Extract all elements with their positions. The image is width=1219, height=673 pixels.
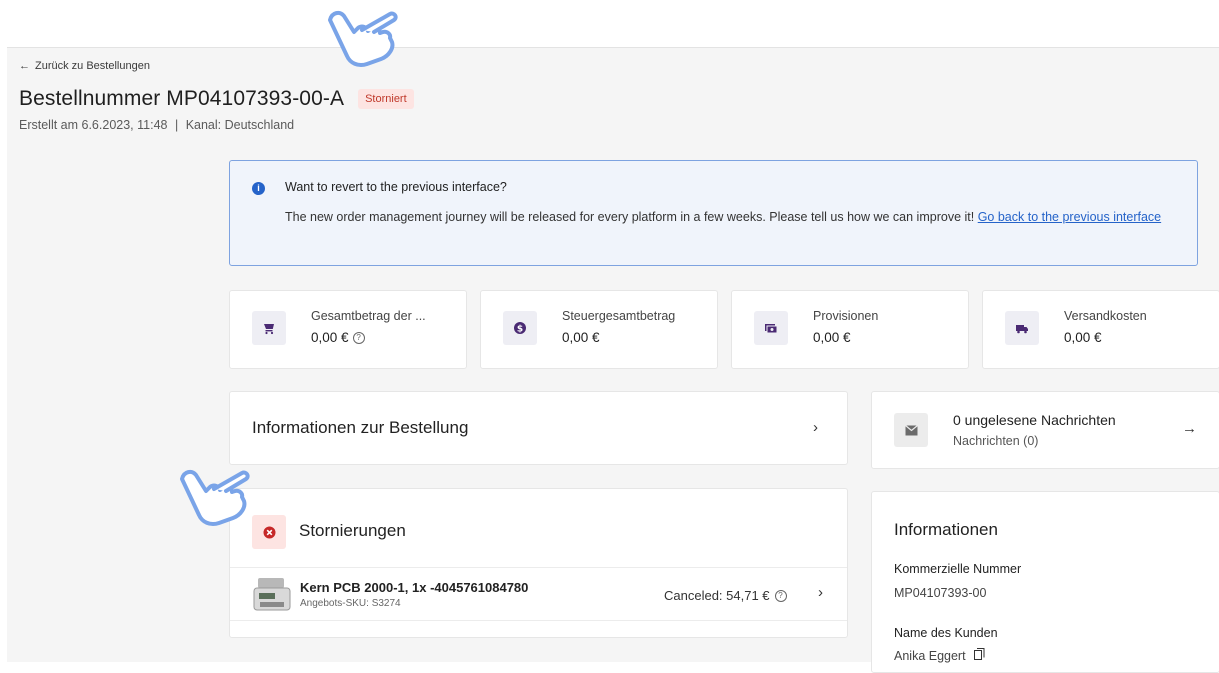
help-icon[interactable]: ?: [774, 589, 787, 602]
customer-name-label: Name des Kunden: [894, 626, 998, 640]
banner-body: The new order management journey will be…: [285, 210, 975, 224]
order-information-label: Informationen zur Bestellung: [252, 418, 469, 437]
info-icon: i: [252, 182, 265, 195]
stat-label: Gesamtbetrag der ...: [311, 309, 426, 323]
stat-value: 0,00 €: [562, 330, 600, 345]
stat-label: Versandkosten: [1064, 309, 1147, 323]
messages-count: Nachrichten (0): [953, 434, 1039, 448]
pointing-hand-icon: [180, 469, 250, 526]
cart-icon: [252, 311, 286, 345]
arrow-left-icon: ←: [19, 60, 30, 72]
dollar-coin-icon: $: [503, 311, 537, 345]
cancellations-title: Stornierungen: [299, 521, 406, 540]
stat-card-total: Gesamtbetrag der ... 0,00 € ?: [229, 290, 467, 369]
stat-value-text: 0,00 €: [813, 330, 851, 345]
cancellations-card: Stornierungen Kern PCB 2000-1, 1x -40457…: [229, 488, 848, 638]
canceled-amount: Canceled: 54,71 € ?: [664, 588, 787, 603]
arrow-right-icon: →: [1182, 420, 1197, 437]
stat-value-text: 0,00 €: [311, 330, 349, 345]
commercial-number-label: Kommerzielle Nummer: [894, 562, 1022, 576]
revert-interface-banner: i Want to revert to the previous interfa…: [229, 160, 1198, 266]
money-stack-icon: [754, 311, 788, 345]
stat-value: 0,00 €: [813, 330, 851, 345]
commercial-number-value: MP04107393-00: [894, 586, 987, 600]
product-name: Kern PCB 2000-1, 1x -4045761084780: [300, 580, 529, 595]
order-information-row[interactable]: Informationen zur Bestellung ›: [229, 391, 848, 465]
chevron-right-icon: ›: [818, 584, 823, 601]
status-badge: Storniert: [358, 89, 414, 109]
title-row: Bestellnummer MP04107393-00-A Storniert: [19, 87, 414, 111]
envelope-icon: [894, 413, 928, 447]
banner-title: Want to revert to the previous interface…: [285, 180, 507, 194]
stat-card-commissions: Provisionen 0,00 €: [731, 290, 969, 369]
meta-separator: |: [174, 118, 179, 132]
stat-value: 0,00 €: [1064, 330, 1102, 345]
cancellation-line-item[interactable]: Kern PCB 2000-1, 1x -4045761084780 Angeb…: [230, 567, 847, 621]
order-detail-page: ← Zurück zu Bestellungen Bestellnummer M…: [7, 47, 1219, 673]
information-card: Informationen Kommerzielle Nummer MP0410…: [871, 491, 1219, 673]
svg-text:$: $: [517, 324, 523, 334]
stat-value-text: 0,00 €: [562, 330, 600, 345]
canceled-amount-text: Canceled: 54,71 €: [664, 588, 770, 603]
truck-icon: [1005, 311, 1039, 345]
product-image: [252, 576, 292, 614]
back-link-label: Zurück zu Bestellungen: [35, 60, 150, 72]
stat-label: Steuergesamtbetrag: [562, 309, 676, 323]
information-title: Informationen: [894, 520, 998, 539]
messages-card[interactable]: 0 ungelesene Nachrichten Nachrichten (0)…: [871, 391, 1219, 469]
banner-text: The new order management journey will be…: [285, 206, 1190, 228]
stat-value-text: 0,00 €: [1064, 330, 1102, 345]
previous-interface-link[interactable]: Go back to the previous interface: [978, 210, 1161, 224]
chevron-right-icon: ›: [813, 419, 818, 436]
help-icon[interactable]: ?: [352, 331, 365, 344]
back-to-orders-link[interactable]: ← Zurück zu Bestellungen: [19, 60, 150, 72]
order-meta: Erstellt am 6.6.2023, 11:48 | Kanal: Deu…: [19, 118, 294, 132]
stat-card-shipping: Versandkosten 0,00 €: [982, 290, 1219, 369]
unread-messages-title: 0 ungelesene Nachrichten: [953, 412, 1116, 428]
channel: Kanal: Deutschland: [185, 118, 295, 132]
pointing-hand-icon: [328, 10, 398, 67]
created-date: Erstellt am 6.6.2023, 11:48: [19, 118, 168, 132]
stat-card-tax: $ Steuergesamtbetrag 0,00 €: [480, 290, 718, 369]
stat-label: Provisionen: [813, 309, 879, 323]
customer-name-value: Anika Eggert: [894, 648, 966, 663]
page-title: Bestellnummer MP04107393-00-A: [19, 87, 345, 110]
stat-value: 0,00 € ?: [311, 330, 365, 345]
product-sku: Angebots-SKU: S3274: [300, 598, 401, 609]
